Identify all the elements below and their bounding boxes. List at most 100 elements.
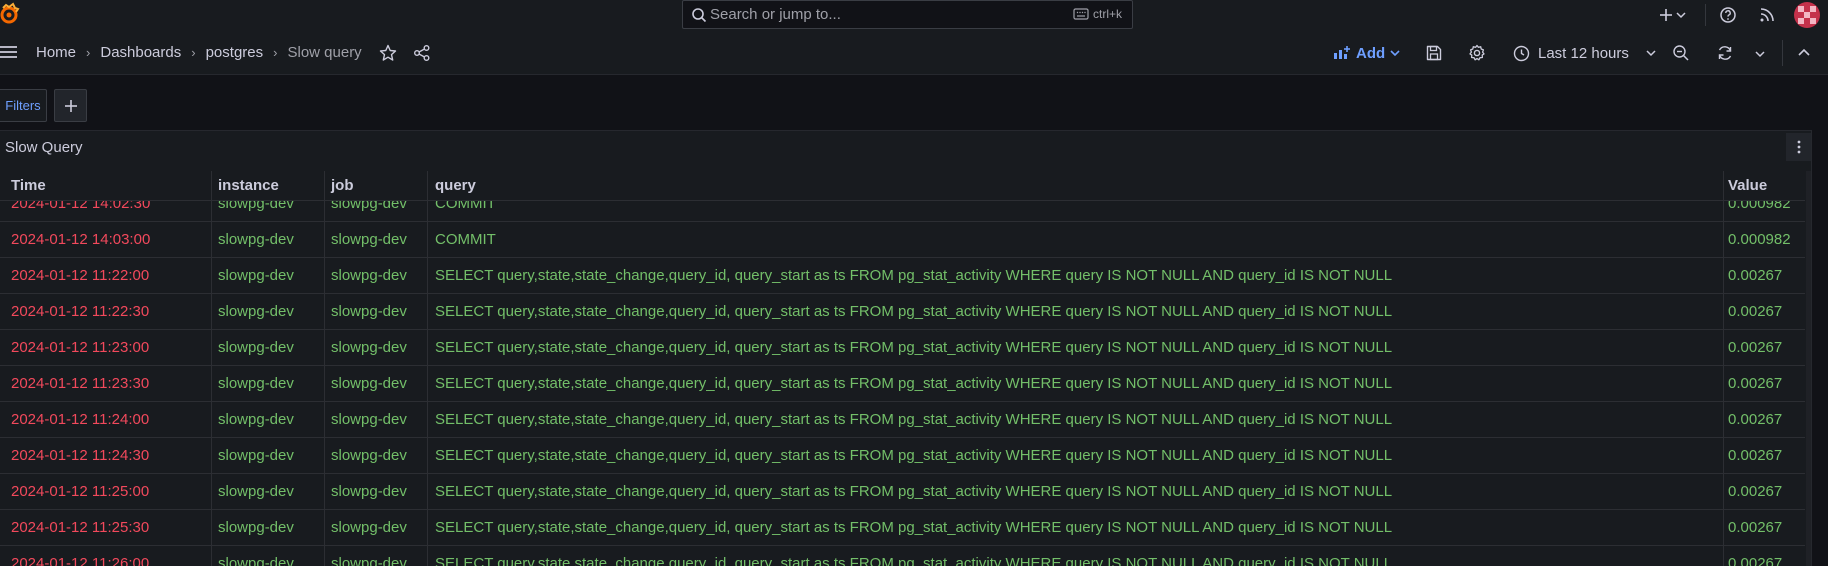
table-row: 2024-01-12 14:03:00 slowpg-dev slowpg-de… bbox=[0, 222, 1805, 258]
menu-icon[interactable] bbox=[0, 43, 18, 61]
collapse-icon[interactable] bbox=[1795, 44, 1813, 62]
search-icon bbox=[692, 8, 707, 23]
time-range-picker[interactable]: Last 12 hours bbox=[1513, 43, 1657, 63]
cell-value: 0.00267 bbox=[1728, 303, 1783, 320]
zoom-out-icon[interactable] bbox=[1672, 44, 1690, 62]
chevron-down-icon[interactable] bbox=[1674, 5, 1688, 25]
breadcrumb-folder[interactable]: postgres bbox=[206, 44, 264, 61]
cell-job: slowpg-dev bbox=[325, 330, 428, 366]
cell-value: 0.00267 bbox=[1728, 519, 1783, 536]
column-header-value[interactable]: Value bbox=[1724, 171, 1805, 201]
refresh-icon[interactable] bbox=[1716, 44, 1734, 62]
cell-instance: slowpg-dev bbox=[212, 294, 325, 330]
cell-instance: slowpg-dev bbox=[212, 366, 325, 402]
table-row: 2024-01-12 11:24:30 slowpg-dev slowpg-de… bbox=[0, 438, 1805, 474]
cell-job: slowpg-dev bbox=[325, 366, 428, 402]
breadcrumb-separator: › bbox=[86, 45, 91, 60]
cell-job: slowpg-dev bbox=[325, 402, 428, 438]
cell-time: 2024-01-12 11:22:30 bbox=[0, 294, 212, 330]
breadcrumb-home[interactable]: Home bbox=[36, 44, 76, 61]
cell-time: 2024-01-12 11:24:30 bbox=[0, 438, 212, 474]
cell-time: 2024-01-12 11:24:00 bbox=[0, 402, 212, 438]
cell-value: 0.00267 bbox=[1728, 375, 1783, 392]
cell-value: 0.00267 bbox=[1728, 447, 1783, 464]
search-bar[interactable]: ctrl+k bbox=[682, 0, 1133, 29]
top-bar: ctrl+k bbox=[0, 0, 1828, 30]
cell-query: SELECT query,state,state_change,query_id… bbox=[428, 546, 1724, 566]
cell-job: slowpg-dev bbox=[325, 438, 428, 474]
cell-query: SELECT query,state,state_change,query_id… bbox=[428, 294, 1724, 330]
cell-instance: slowpg-dev bbox=[212, 222, 325, 258]
cell-instance: slowpg-dev bbox=[212, 402, 325, 438]
cell-time: 2024-01-12 11:22:00 bbox=[0, 258, 212, 294]
table-body: 2024-01-12 14:02:30 slowpg-dev slowpg-de… bbox=[0, 186, 1805, 566]
column-header-query[interactable]: query bbox=[428, 171, 1724, 201]
cell-value: 0.00267 bbox=[1728, 411, 1783, 428]
cell-value: 0.000982 bbox=[1728, 231, 1791, 248]
clock-icon bbox=[1513, 45, 1530, 61]
cell-query: SELECT query,state,state_change,query_id… bbox=[428, 258, 1724, 294]
table-row: 2024-01-12 11:22:30 slowpg-dev slowpg-de… bbox=[0, 294, 1805, 330]
column-header-instance[interactable]: instance bbox=[212, 171, 325, 201]
cell-instance: slowpg-dev bbox=[212, 510, 325, 546]
time-range-label: Last 12 hours bbox=[1538, 44, 1629, 62]
save-icon[interactable] bbox=[1425, 44, 1443, 62]
table-row: 2024-01-12 11:22:00 slowpg-dev slowpg-de… bbox=[0, 258, 1805, 294]
cell-query: SELECT query,state,state_change,query_id… bbox=[428, 330, 1724, 366]
chevron-down-icon bbox=[1646, 50, 1656, 57]
table-row: 2024-01-12 11:25:00 slowpg-dev slowpg-de… bbox=[0, 474, 1805, 510]
plus-icon[interactable] bbox=[1656, 5, 1676, 25]
search-input[interactable] bbox=[710, 4, 1040, 25]
help-icon[interactable] bbox=[1718, 5, 1738, 25]
cell-job: slowpg-dev bbox=[325, 222, 428, 258]
cell-job: slowpg-dev bbox=[325, 474, 428, 510]
filters-button[interactable]: Filters bbox=[0, 89, 47, 122]
cell-job: slowpg-dev bbox=[325, 546, 428, 566]
table-header: Time instance job query Value bbox=[0, 171, 1805, 201]
cell-instance: slowpg-dev bbox=[212, 258, 325, 294]
column-header-job[interactable]: job bbox=[325, 171, 428, 201]
breadcrumb: Home › Dashboards › postgres › Slow quer… bbox=[36, 44, 362, 61]
table-row: 2024-01-12 11:23:30 slowpg-dev slowpg-de… bbox=[0, 366, 1805, 402]
cell-time: 2024-01-12 14:03:00 bbox=[0, 222, 212, 258]
table-row: 2024-01-12 11:25:30 slowpg-dev slowpg-de… bbox=[0, 510, 1805, 546]
panel-menu-button[interactable] bbox=[1786, 133, 1811, 161]
column-header-time[interactable]: Time bbox=[0, 171, 212, 201]
add-button[interactable]: Add bbox=[1333, 43, 1401, 63]
breadcrumb-separator: › bbox=[273, 45, 278, 60]
star-icon[interactable] bbox=[379, 44, 397, 62]
table-panel: Slow Query Time instance job query Value… bbox=[0, 130, 1812, 566]
cell-time: 2024-01-12 11:25:00 bbox=[0, 474, 212, 510]
data-table: Time instance job query Value 2024-01-12… bbox=[0, 171, 1805, 566]
cell-query: SELECT query,state,state_change,query_id… bbox=[428, 366, 1724, 402]
cell-query: SELECT query,state,state_change,query_id… bbox=[428, 510, 1724, 546]
add-filter-button[interactable] bbox=[54, 89, 87, 122]
cell-value: 0.00267 bbox=[1728, 267, 1783, 284]
table-row: 2024-01-12 11:24:00 slowpg-dev slowpg-de… bbox=[0, 402, 1805, 438]
cell-value: 0.00267 bbox=[1728, 339, 1783, 356]
table-row: 2024-01-12 11:23:00 slowpg-dev slowpg-de… bbox=[0, 330, 1805, 366]
cell-query: SELECT query,state,state_change,query_id… bbox=[428, 438, 1724, 474]
cell-instance: slowpg-dev bbox=[212, 438, 325, 474]
gear-icon[interactable] bbox=[1468, 44, 1486, 62]
cell-job: slowpg-dev bbox=[325, 294, 428, 330]
cell-value: 0.00267 bbox=[1728, 555, 1783, 566]
more-vertical-icon bbox=[1797, 140, 1801, 154]
rss-icon[interactable] bbox=[1757, 5, 1777, 25]
cell-time: 2024-01-12 11:23:30 bbox=[0, 366, 212, 402]
cell-time: 2024-01-12 11:26:00 bbox=[0, 546, 212, 566]
chevron-down-icon[interactable] bbox=[1754, 45, 1766, 63]
add-panel-icon bbox=[1334, 46, 1350, 59]
avatar[interactable] bbox=[1794, 2, 1820, 28]
share-icon[interactable] bbox=[413, 44, 431, 62]
cell-query: SELECT query,state,state_change,query_id… bbox=[428, 474, 1724, 510]
table-scrollbar[interactable] bbox=[1806, 171, 1811, 566]
chevron-down-icon bbox=[1390, 50, 1400, 57]
breadcrumb-separator: › bbox=[191, 45, 196, 60]
cell-job: slowpg-dev bbox=[325, 510, 428, 546]
breadcrumb-dashboards[interactable]: Dashboards bbox=[100, 44, 181, 61]
dashboard-nav-bar: Home › Dashboards › postgres › Slow quer… bbox=[0, 30, 1828, 75]
search-shortcut-hint: ctrl+k bbox=[1093, 7, 1123, 21]
breadcrumb-current: Slow query bbox=[287, 44, 362, 61]
grafana-logo-icon[interactable] bbox=[0, 2, 20, 26]
